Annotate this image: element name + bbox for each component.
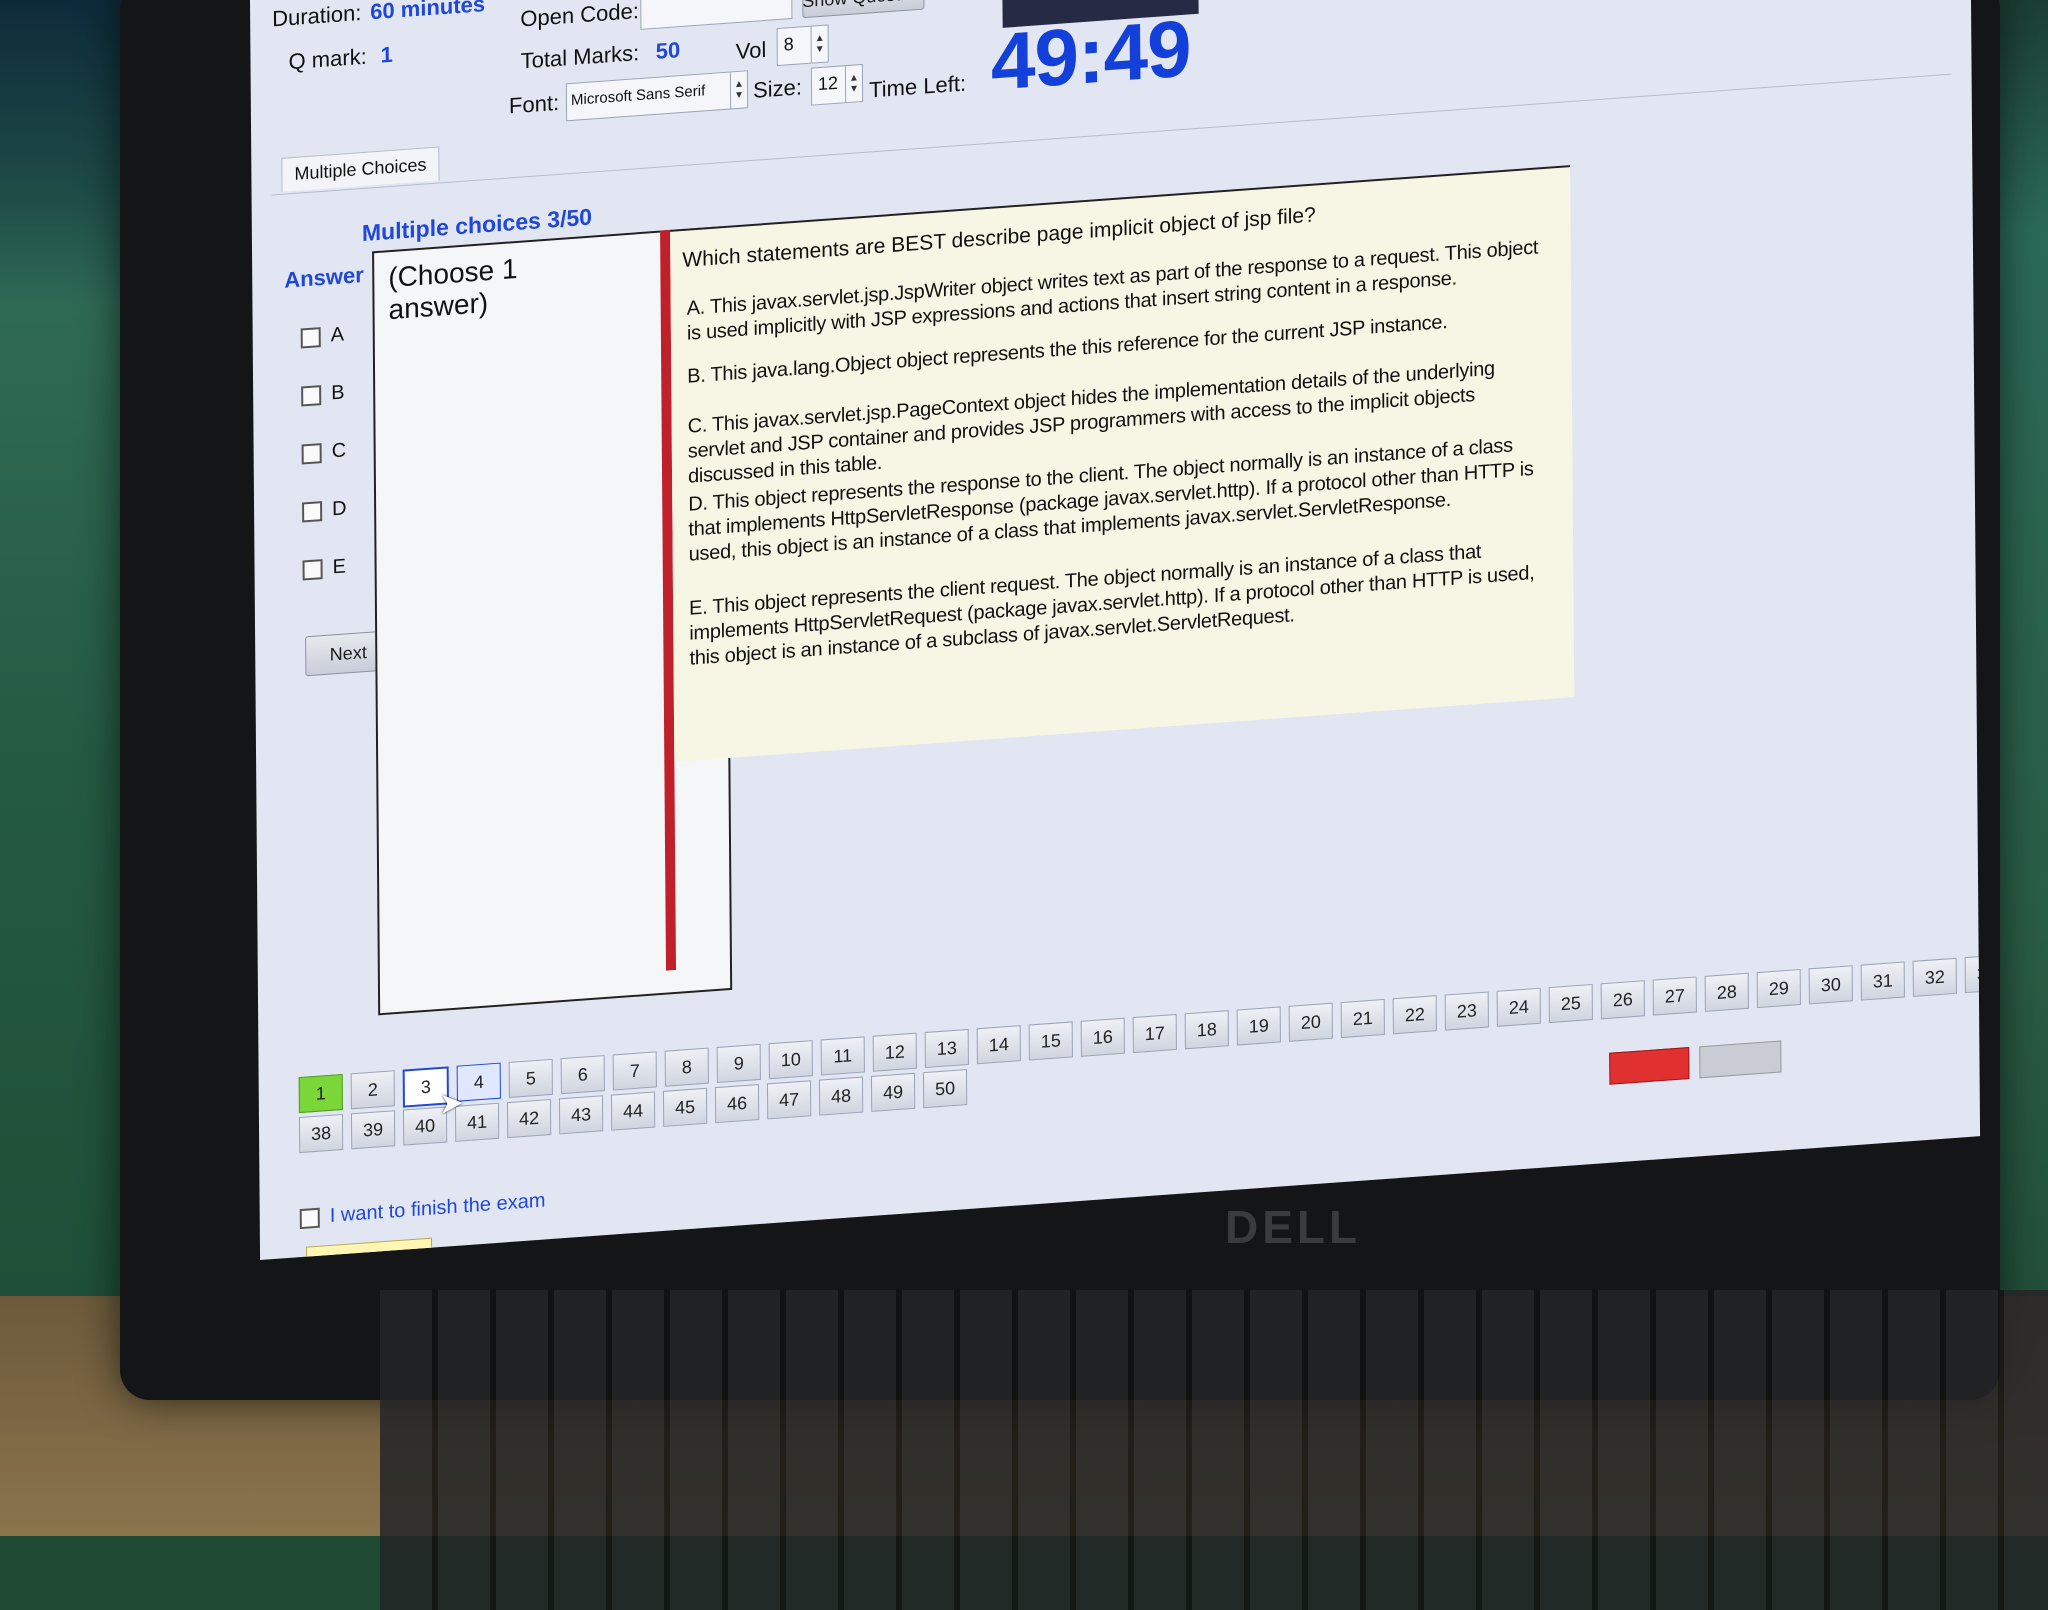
question-nav-button-42[interactable]: 42 xyxy=(506,1098,552,1139)
question-nav-button-31[interactable]: 31 xyxy=(1860,961,1905,1001)
volume-value: 8 xyxy=(783,33,794,55)
question-nav-button-16[interactable]: 16 xyxy=(1080,1017,1125,1057)
question-nav-button-1[interactable]: 1 xyxy=(298,1073,343,1114)
answer-option-a[interactable]: A xyxy=(300,323,345,349)
answer-label: Answer xyxy=(284,261,364,293)
exam-window: Duration: 60 minutes Q mark: 1 Open Code… xyxy=(250,0,1981,1260)
open-code-label: Open Code: xyxy=(520,0,640,32)
font-value: Microsoft Sans Serif xyxy=(570,82,706,109)
question-nav-button-19[interactable]: 19 xyxy=(1236,1006,1281,1046)
question-nav-button-32[interactable]: 32 xyxy=(1912,957,1957,997)
question-nav-button-28[interactable]: 28 xyxy=(1704,972,1749,1012)
total-marks-value: 50 xyxy=(655,37,681,64)
answer-option-label: E xyxy=(332,555,347,579)
qmark-value: 1 xyxy=(380,41,393,68)
question-nav-button-5[interactable]: 5 xyxy=(508,1058,553,1098)
laptop-brand-logo: DELL xyxy=(1225,1201,1362,1253)
question-nav-button-45[interactable]: 45 xyxy=(662,1087,708,1127)
question-nav-button-9[interactable]: 9 xyxy=(716,1043,761,1084)
checkbox-d[interactable] xyxy=(302,500,323,523)
question-nav-button-20[interactable]: 20 xyxy=(1288,1002,1333,1042)
font-spin-icon[interactable]: ▲ ▼ xyxy=(729,71,748,109)
answer-option-label: C xyxy=(331,439,347,463)
qmark-label: Q mark: xyxy=(288,43,367,75)
question-nav-button-14[interactable]: 14 xyxy=(976,1025,1021,1065)
mouse-cursor-icon: ➤ xyxy=(438,1086,465,1122)
answer-option-e[interactable]: E xyxy=(302,555,346,581)
time-left-label: Time Left: xyxy=(868,70,967,103)
checkbox-a[interactable] xyxy=(300,326,321,349)
question-nav-button-25[interactable]: 25 xyxy=(1548,983,1593,1024)
laptop-keyboard xyxy=(380,1290,2048,1610)
volume-stepper[interactable]: 8 ▲ ▼ xyxy=(776,24,829,67)
question-nav-button-39[interactable]: 39 xyxy=(350,1110,396,1150)
answer-option-c[interactable]: C xyxy=(301,439,347,465)
checkbox-e[interactable] xyxy=(302,558,323,581)
time-left-countdown: 49:49 xyxy=(990,3,1191,107)
answer-option-label: B xyxy=(331,381,345,405)
question-nav-button-24[interactable]: 24 xyxy=(1496,987,1541,1027)
question-nav-button-15[interactable]: 15 xyxy=(1028,1021,1073,1061)
duration-value: 60 minutes xyxy=(370,0,486,25)
volume-label: Vol xyxy=(735,36,767,65)
finish-exam-checkbox[interactable] xyxy=(299,1207,320,1229)
finish-exam-label: I want to finish the exam xyxy=(329,1189,546,1227)
question-nav-button-47[interactable]: 47 xyxy=(766,1080,812,1120)
total-marks-label: Total Marks: xyxy=(520,40,640,74)
question-panel: Which statements are BEST describe page … xyxy=(670,165,1575,762)
question-nav-button-29[interactable]: 29 xyxy=(1756,968,1801,1009)
answer-option-label: D xyxy=(332,497,347,521)
finish-exam-check[interactable]: I want to finish the exam xyxy=(299,1189,546,1230)
question-nav-button-46[interactable]: 46 xyxy=(714,1084,760,1124)
open-code-input[interactable] xyxy=(640,0,793,30)
question-nav-button-44[interactable]: 44 xyxy=(610,1091,656,1131)
question-nav-button-33[interactable]: 33 xyxy=(1964,954,1981,994)
question-nav-button-12[interactable]: 12 xyxy=(872,1032,917,1072)
question-nav-button-26[interactable]: 26 xyxy=(1600,980,1645,1020)
answer-option-label: A xyxy=(330,323,345,347)
show-question-button[interactable]: Show Question xyxy=(802,0,925,19)
font-select[interactable]: Microsoft Sans Serif ▲ ▼ xyxy=(565,70,749,122)
question-nav-button-17[interactable]: 17 xyxy=(1132,1013,1177,1054)
duration-label: Duration: xyxy=(272,0,362,32)
volume-spin-icon[interactable]: ▲ ▼ xyxy=(810,25,828,63)
question-nav-button-48[interactable]: 48 xyxy=(818,1076,864,1116)
submit-button[interactable] xyxy=(1609,1047,1690,1085)
answer-option-d[interactable]: D xyxy=(302,497,347,523)
question-nav-button-23[interactable]: 23 xyxy=(1444,991,1489,1031)
checkbox-b[interactable] xyxy=(301,384,322,407)
answer-option-b[interactable]: B xyxy=(301,381,345,407)
font-label: Font: xyxy=(508,89,560,119)
exit-button[interactable] xyxy=(1699,1040,1782,1079)
question-nav-button-43[interactable]: 43 xyxy=(558,1095,604,1135)
question-nav-button-50[interactable]: 50 xyxy=(922,1069,968,1109)
size-label: Size: xyxy=(752,74,803,103)
question-nav-button-13[interactable]: 13 xyxy=(924,1028,969,1069)
question-nav-button-10[interactable]: 10 xyxy=(768,1040,813,1080)
question-nav-button-21[interactable]: 21 xyxy=(1340,998,1385,1039)
question-nav-button-11[interactable]: 11 xyxy=(820,1036,865,1076)
question-nav-button-18[interactable]: 18 xyxy=(1184,1010,1229,1050)
size-spin-icon[interactable]: ▲ ▼ xyxy=(844,65,863,103)
question-nav-button-8[interactable]: 8 xyxy=(664,1047,709,1087)
choose-hint-text: (Choose 1 answer) xyxy=(388,252,518,326)
question-nav-button-30[interactable]: 30 xyxy=(1808,965,1853,1005)
checkbox-c[interactable] xyxy=(301,442,322,465)
question-nav-button-22[interactable]: 22 xyxy=(1392,995,1437,1035)
question-nav-button-7[interactable]: 7 xyxy=(612,1051,657,1091)
question-nav-button-2[interactable]: 2 xyxy=(350,1070,395,1110)
question-nav-button-6[interactable]: 6 xyxy=(560,1055,605,1095)
question-nav-button-38[interactable]: 38 xyxy=(298,1113,344,1154)
question-nav-button-49[interactable]: 49 xyxy=(870,1072,916,1112)
question-nav-button-27[interactable]: 27 xyxy=(1652,976,1697,1016)
size-stepper[interactable]: 12 ▲ ▼ xyxy=(810,63,864,106)
size-value: 12 xyxy=(817,72,839,95)
